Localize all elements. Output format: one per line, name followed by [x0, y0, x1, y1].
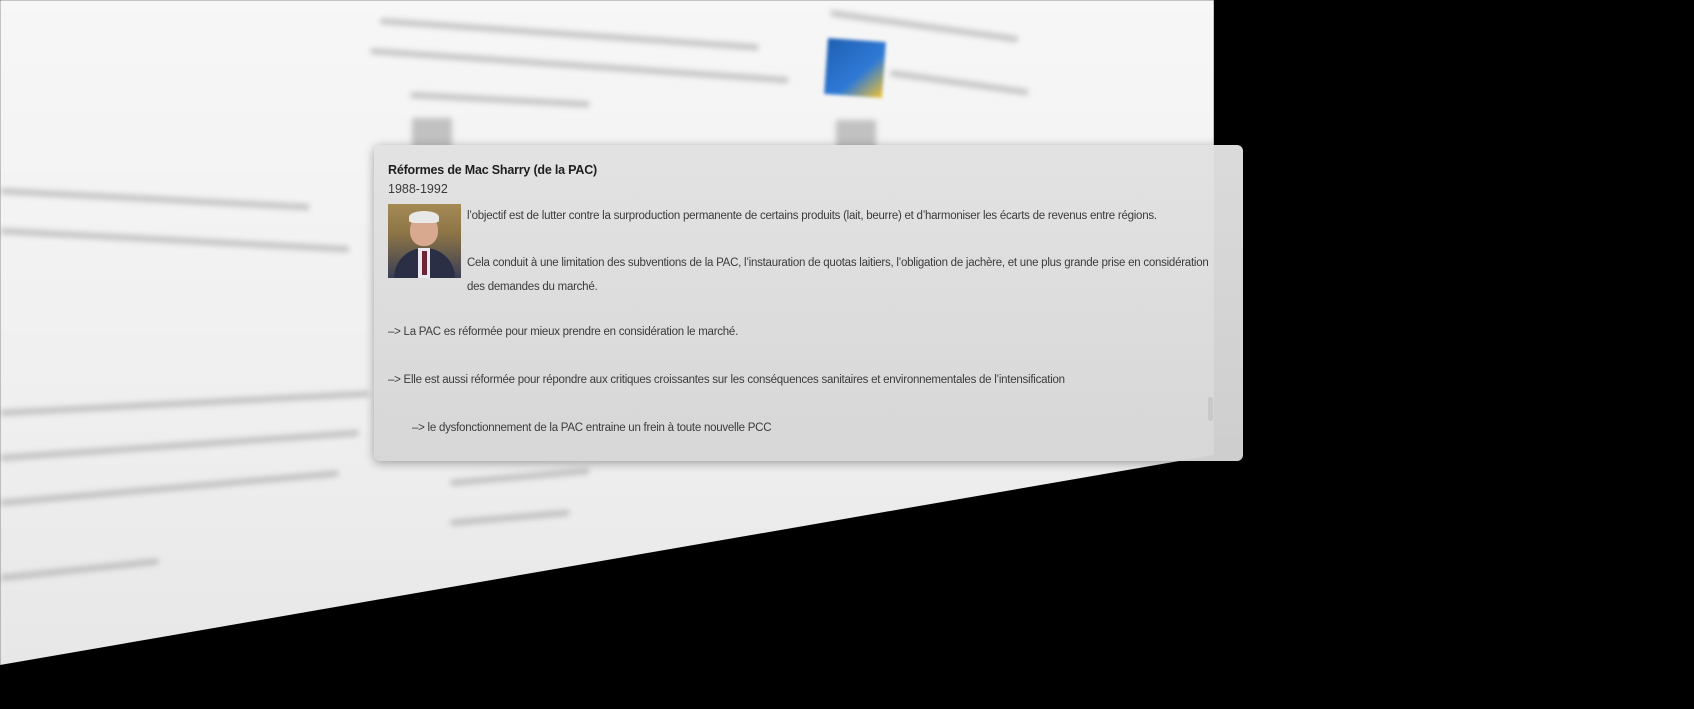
bg-text-line	[0, 228, 350, 253]
arrow-line-market: –> La PAC es réformée pour mieux prendre…	[388, 326, 739, 338]
bg-text-line	[0, 390, 370, 416]
bg-text-line	[0, 470, 339, 506]
popover-years: 1988-1992	[388, 182, 448, 196]
bg-text-line	[379, 18, 760, 51]
bg-thumbnail-image	[824, 38, 886, 98]
bg-text-line	[0, 188, 310, 211]
bg-text-line	[369, 48, 790, 84]
popover-intro-text: l’objectif est de lutter contre la surpr…	[467, 204, 1229, 299]
bg-text-line	[0, 558, 160, 581]
bg-text-line	[449, 467, 590, 486]
popover-scrollbar[interactable]	[1208, 397, 1213, 421]
info-popover: Réformes de Mac Sharry (de la PAC) 1988-…	[374, 145, 1243, 461]
portrait-photo-icon	[388, 204, 461, 278]
bg-thumbnail-image	[412, 118, 452, 148]
bg-text-line	[449, 509, 570, 526]
paragraph-consequences: Cela conduit à une limitation des subven…	[467, 257, 1209, 293]
screen: Réformes de Mac Sharry (de la PAC) 1988-…	[0, 0, 1694, 709]
arrow-line-criticism: –> Elle est aussi réformée pour répondre…	[388, 374, 1065, 386]
popover-intro: l’objectif est de lutter contre la surpr…	[388, 204, 1229, 299]
bg-text-line	[889, 70, 1030, 96]
bg-text-line	[409, 92, 590, 108]
bg-text-line	[829, 10, 1019, 43]
popover-title: Réformes de Mac Sharry (de la PAC)	[388, 163, 598, 177]
paragraph-objective: l’objectif est de lutter contre la surpr…	[467, 210, 1157, 222]
arrow-line-dysfunction: –> le dysfonctionnement de la PAC entrai…	[412, 422, 772, 434]
bg-text-line	[0, 429, 360, 461]
